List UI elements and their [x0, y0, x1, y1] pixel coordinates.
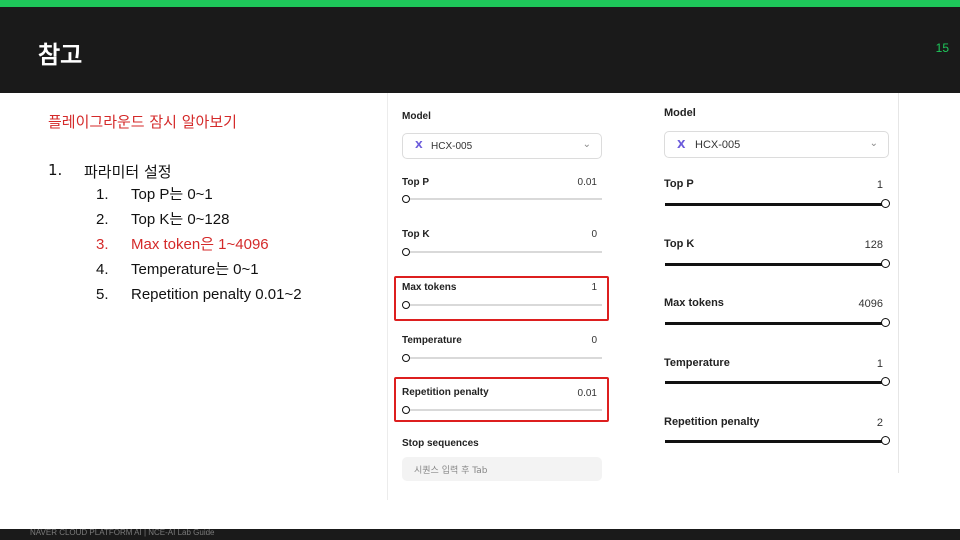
param-value-repetition-penalty: 2: [876, 417, 883, 429]
slider-temperature[interactable]: [665, 377, 890, 386]
slider-knob[interactable]: [880, 199, 890, 208]
param-label-top-p: Top P: [664, 178, 694, 190]
param-label-max-tokens: Max tokens: [664, 297, 724, 309]
slide-footer: NAVER CLOUD PLATFORM AI | NCE-AI Lab Gui…: [0, 528, 960, 540]
list-item-text: Repetition penalty 0.01~2: [131, 286, 302, 303]
model-x-icon: X: [677, 138, 686, 151]
slider-top-p[interactable]: [665, 199, 890, 208]
model-label: Model: [402, 111, 431, 122]
accent-bar: [0, 0, 960, 7]
slider-knob[interactable]: [402, 354, 410, 362]
param-value-max-tokens: 1: [591, 282, 597, 293]
slider-knob[interactable]: [402, 248, 410, 256]
slider-max-tokens[interactable]: [402, 301, 602, 309]
list-item: 5. Repetition penalty 0.01~2: [96, 286, 302, 311]
list-item-text: Top K는 0~128: [131, 211, 230, 228]
model-select[interactable]: X HCX-005 ⌄: [664, 131, 889, 158]
content-area: 플레이그라운드 잠시 알아보기 1. 파라미터 설정 1. Top P는 0~1 …: [0, 93, 380, 523]
param-value-temperature: 1: [876, 358, 883, 370]
model-select-value: HCX-005: [695, 139, 741, 151]
list-item-number: 2.: [96, 211, 109, 228]
param-label-repetition-penalty: Repetition penalty: [664, 416, 760, 428]
slider-knob[interactable]: [402, 406, 410, 414]
param-value-top-p: 0.01: [577, 177, 597, 188]
stop-sequences-placeholder: 시퀀스 입력 후 Tab: [414, 466, 488, 476]
slider-knob[interactable]: [880, 377, 890, 386]
slider-top-k[interactable]: [665, 259, 890, 268]
footer-text: NAVER CLOUD PLATFORM AI | NCE-AI Lab Gui…: [30, 528, 215, 537]
param-label-top-p: Top P: [402, 177, 430, 188]
param-label-repetition-penalty: Repetition penalty: [402, 387, 489, 398]
settings-panel-min: Model X HCX-005 ⌄ Top P 0.01 Top K 0 Max…: [387, 93, 617, 500]
param-value-top-p: 1: [876, 179, 883, 191]
param-value-max-tokens: 4096: [858, 298, 883, 310]
param-label-top-k: Top K: [664, 238, 695, 250]
list-item-text: Temperature는 0~1: [131, 261, 259, 278]
page-number: 15: [935, 41, 949, 55]
chevron-down-icon: ⌄: [869, 138, 878, 149]
slider-knob[interactable]: [880, 259, 890, 268]
list-item-text: Max token은 1~4096: [131, 236, 269, 253]
model-select[interactable]: X HCX-005 ⌄: [402, 133, 602, 159]
param-value-repetition-penalty: 0.01: [577, 388, 597, 399]
settings-panel-max: Model X HCX-005 ⌄ Top P 1 Top K 128 Max …: [651, 93, 899, 473]
slider-knob[interactable]: [880, 436, 890, 445]
slide-header: 참고 15: [0, 7, 960, 93]
model-select-value: HCX-005: [431, 141, 473, 152]
highlight-box-repetition-penalty: [394, 377, 609, 422]
list-item-text: Top P는 0~1: [131, 186, 213, 203]
slider-repetition-penalty[interactable]: [665, 436, 890, 445]
list-item: 1. Top P는 0~1: [96, 186, 302, 211]
model-label: Model: [664, 107, 696, 119]
list-item-number: 4.: [96, 261, 109, 278]
slider-repetition-penalty[interactable]: [402, 406, 602, 414]
list-item-highlighted: 3. Max token은 1~4096: [96, 236, 302, 261]
slider-top-p[interactable]: [402, 195, 602, 203]
list-item-number: 5.: [96, 286, 109, 303]
list-item: 2. Top K는 0~128: [96, 211, 302, 236]
slider-knob[interactable]: [402, 195, 410, 203]
param-value-top-k: 128: [864, 239, 883, 251]
list-label: 파라미터 설정: [84, 163, 172, 181]
slider-knob[interactable]: [880, 318, 890, 327]
param-value-top-k: 0: [591, 229, 597, 240]
param-value-temperature: 0: [591, 335, 597, 346]
page-title: 참고: [38, 41, 83, 69]
param-label-max-tokens: Max tokens: [402, 282, 457, 293]
stop-sequences-label: Stop sequences: [402, 438, 479, 449]
parameter-list: 1. Top P는 0~1 2. Top K는 0~128 3. Max token은…: [96, 186, 302, 311]
param-label-temperature: Temperature: [664, 357, 730, 369]
param-label-temperature: Temperature: [402, 335, 462, 346]
list-item-number: 3.: [96, 236, 109, 253]
param-label-top-k: Top K: [402, 229, 430, 240]
slider-max-tokens[interactable]: [665, 318, 890, 327]
stop-sequences-input[interactable]: 시퀀스 입력 후 Tab: [402, 457, 602, 481]
list-item: 4. Temperature는 0~1: [96, 261, 302, 286]
slider-top-k[interactable]: [402, 248, 602, 256]
slider-temperature[interactable]: [402, 354, 602, 362]
list-level-1: 1. 파라미터 설정: [48, 161, 172, 182]
chevron-down-icon: ⌄: [582, 139, 591, 150]
slider-knob[interactable]: [402, 301, 410, 309]
list-item-number: 1.: [96, 186, 109, 203]
section-subtitle: 플레이그라운드 잠시 알아보기: [48, 113, 237, 131]
model-x-icon: X: [415, 140, 423, 151]
list-number: 1.: [48, 161, 63, 179]
